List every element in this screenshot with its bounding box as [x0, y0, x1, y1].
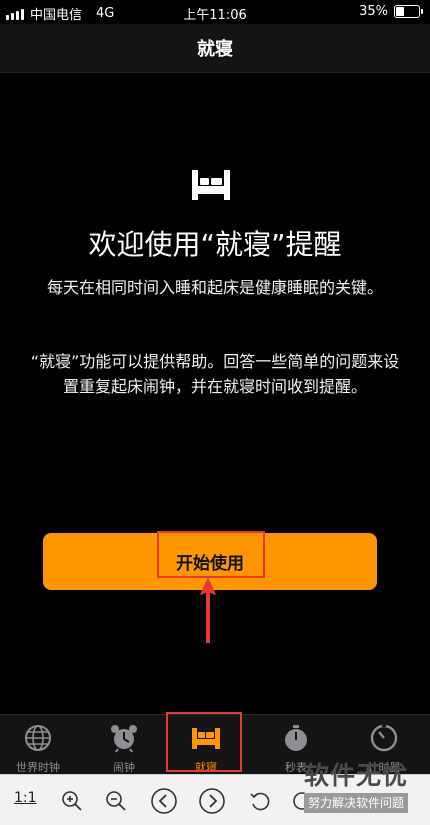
tab-label: 世界时钟 [16, 761, 60, 774]
tab-world-clock[interactable]: 世界时钟 [0, 715, 76, 775]
stopwatch-icon [285, 725, 307, 751]
alarm-clock-icon [111, 725, 137, 753]
battery-icon [394, 5, 423, 18]
tab-alarm[interactable]: 闹钟 [86, 715, 162, 775]
watermark-title: 软件无忧 [304, 761, 409, 790]
status-bar: 中国电信 4G 上午11:06 35% [0, 0, 430, 24]
watermark-subtitle: 努力解决软件问题 [304, 793, 409, 813]
intro-heading: 欢迎使用“就寝”提醒 [88, 228, 342, 261]
annotation-arrow-icon [200, 577, 216, 643]
bed-icon [192, 728, 220, 749]
tab-label: 就寝 [195, 761, 217, 774]
next-icon[interactable] [198, 787, 226, 815]
bed-icon [192, 170, 230, 200]
globe-icon [25, 725, 51, 751]
actual-size-button[interactable]: 1:1 [14, 790, 37, 806]
tab-label: 闹钟 [113, 761, 135, 774]
rotate-icon[interactable] [248, 789, 272, 813]
status-right: 35% [359, 4, 423, 19]
watermark: 软件无忧 努力解决软件问题 [304, 760, 426, 818]
zoom-in-icon[interactable] [60, 789, 84, 813]
intro-paragraph-2: “就寝”功能可以提供帮助。回答一些简单的问题来设置重复起床闹钟，并在就寝时间收到… [30, 352, 400, 396]
timer-icon [370, 723, 398, 752]
battery-percent: 35% [359, 4, 388, 19]
page-title: 就寝 [197, 39, 233, 60]
tab-bedtime[interactable]: 就寝 [168, 715, 244, 775]
nav-bar: 就寝 [0, 24, 430, 73]
zoom-out-icon[interactable] [104, 789, 128, 813]
previous-icon[interactable] [150, 787, 178, 815]
intro-paragraph-1: 每天在相同时间入睡和起床是健康睡眠的关键。 [46, 278, 383, 297]
